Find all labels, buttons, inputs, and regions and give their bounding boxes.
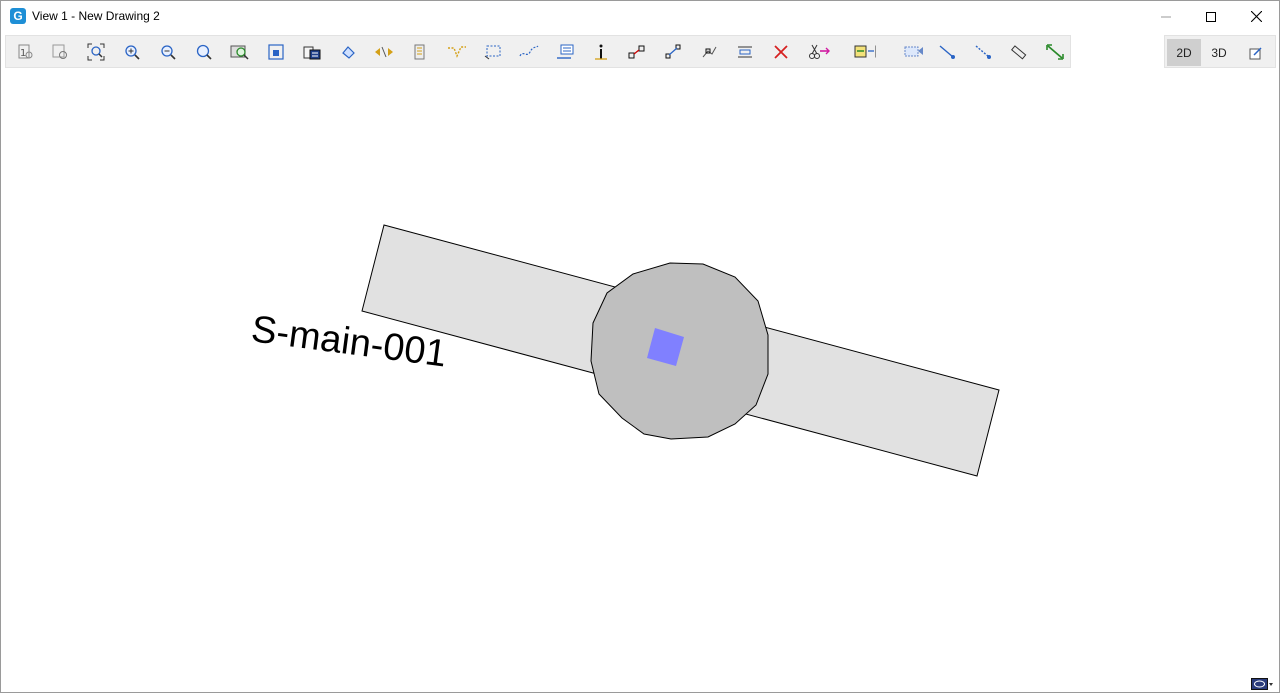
measure-line-icon xyxy=(975,45,991,59)
delete-icon xyxy=(774,45,788,59)
edit-view-icon xyxy=(1249,46,1262,59)
vertex-move-button[interactable] xyxy=(698,41,720,63)
window-title: View 1 - New Drawing 2 xyxy=(32,9,160,23)
cut-button[interactable] xyxy=(808,41,830,63)
layers-button[interactable] xyxy=(301,41,323,63)
minimize-icon xyxy=(1161,16,1171,17)
zoom-window-button[interactable] xyxy=(193,41,215,63)
zoom-center-button[interactable] xyxy=(265,41,287,63)
fit-view-button[interactable]: 1 xyxy=(14,41,36,63)
node-edit-icon xyxy=(665,44,681,59)
zoom-extents-button[interactable] xyxy=(85,41,107,63)
view-mode-toolbar: 2D 3D xyxy=(1164,35,1276,68)
zoom-in-button[interactable] xyxy=(121,41,143,63)
pan-icon xyxy=(375,46,393,58)
select-polyline-icon xyxy=(448,46,466,58)
close-button[interactable] xyxy=(1233,1,1279,32)
measure-distance-button[interactable] xyxy=(1044,41,1066,63)
select-list-button[interactable] xyxy=(554,41,576,63)
trace-line-button[interactable] xyxy=(936,41,958,63)
maximize-icon xyxy=(1206,11,1216,22)
properties-icon xyxy=(414,44,425,60)
zoom-window-icon xyxy=(196,44,212,60)
transform-icon xyxy=(904,46,923,57)
zoom-center-icon xyxy=(268,44,284,60)
zoom-previous-button[interactable] xyxy=(49,41,71,63)
vertex-move-icon xyxy=(702,46,717,58)
measure-line-button[interactable] xyxy=(972,41,994,63)
select-list-icon xyxy=(557,44,574,59)
measure-distance-icon xyxy=(1046,44,1064,60)
zoom-selection-button[interactable] xyxy=(229,41,251,63)
zoom-out-button[interactable] xyxy=(157,41,179,63)
connect-button[interactable] xyxy=(626,41,648,63)
zoom-extents-icon xyxy=(87,43,105,61)
transform-button[interactable] xyxy=(902,41,924,63)
app-window: G View 1 - New Drawing 2 1 2D 3D S-main-… xyxy=(0,0,1280,693)
select-freehand-button[interactable] xyxy=(518,41,540,63)
select-rectangle-icon xyxy=(484,45,501,60)
copy-move-button[interactable] xyxy=(854,41,876,63)
drawing-canvas[interactable]: S-main-001 xyxy=(2,69,1280,693)
view-2d-button[interactable]: 2D xyxy=(1167,39,1201,66)
app-logo-icon: G xyxy=(10,8,26,24)
align-icon xyxy=(738,46,752,58)
view-toolbar: 1 xyxy=(5,35,1071,68)
ruler-icon xyxy=(1011,45,1027,60)
fill-button[interactable] xyxy=(337,41,359,63)
delete-button[interactable] xyxy=(770,41,792,63)
cut-icon xyxy=(809,44,830,59)
info-icon xyxy=(595,44,607,60)
maximize-button[interactable] xyxy=(1188,1,1234,32)
select-rectangle-button[interactable] xyxy=(482,41,504,63)
svg-text:1: 1 xyxy=(20,48,26,59)
pan-button[interactable] xyxy=(373,41,395,63)
view-3d-button[interactable]: 3D xyxy=(1202,39,1236,66)
connect-icon xyxy=(628,45,645,59)
select-polyline-button[interactable] xyxy=(446,41,468,63)
layers-icon xyxy=(303,46,321,60)
properties-button[interactable] xyxy=(409,41,431,63)
view-options-button[interactable] xyxy=(1239,39,1273,66)
fill-icon xyxy=(342,46,355,59)
drawing-svg: S-main-001 xyxy=(249,224,1000,477)
zoom-selection-icon xyxy=(230,45,249,60)
ruler-button[interactable] xyxy=(1008,41,1030,63)
node-edit-button[interactable] xyxy=(662,41,684,63)
copy-move-icon xyxy=(854,45,876,58)
zoom-out-icon xyxy=(161,45,176,60)
info-button[interactable] xyxy=(590,41,612,63)
trace-line-icon xyxy=(939,45,955,59)
align-button[interactable] xyxy=(734,41,756,63)
title-bar[interactable]: G View 1 - New Drawing 2 xyxy=(1,1,1279,32)
zoom-previous-icon xyxy=(52,44,67,59)
close-icon xyxy=(1250,11,1262,22)
zoom-in-icon xyxy=(125,45,140,60)
view-settings-icon[interactable] xyxy=(1251,678,1273,690)
select-freehand-icon xyxy=(519,45,539,57)
fit-view-icon: 1 xyxy=(18,44,33,59)
minimize-button[interactable] xyxy=(1143,1,1189,32)
